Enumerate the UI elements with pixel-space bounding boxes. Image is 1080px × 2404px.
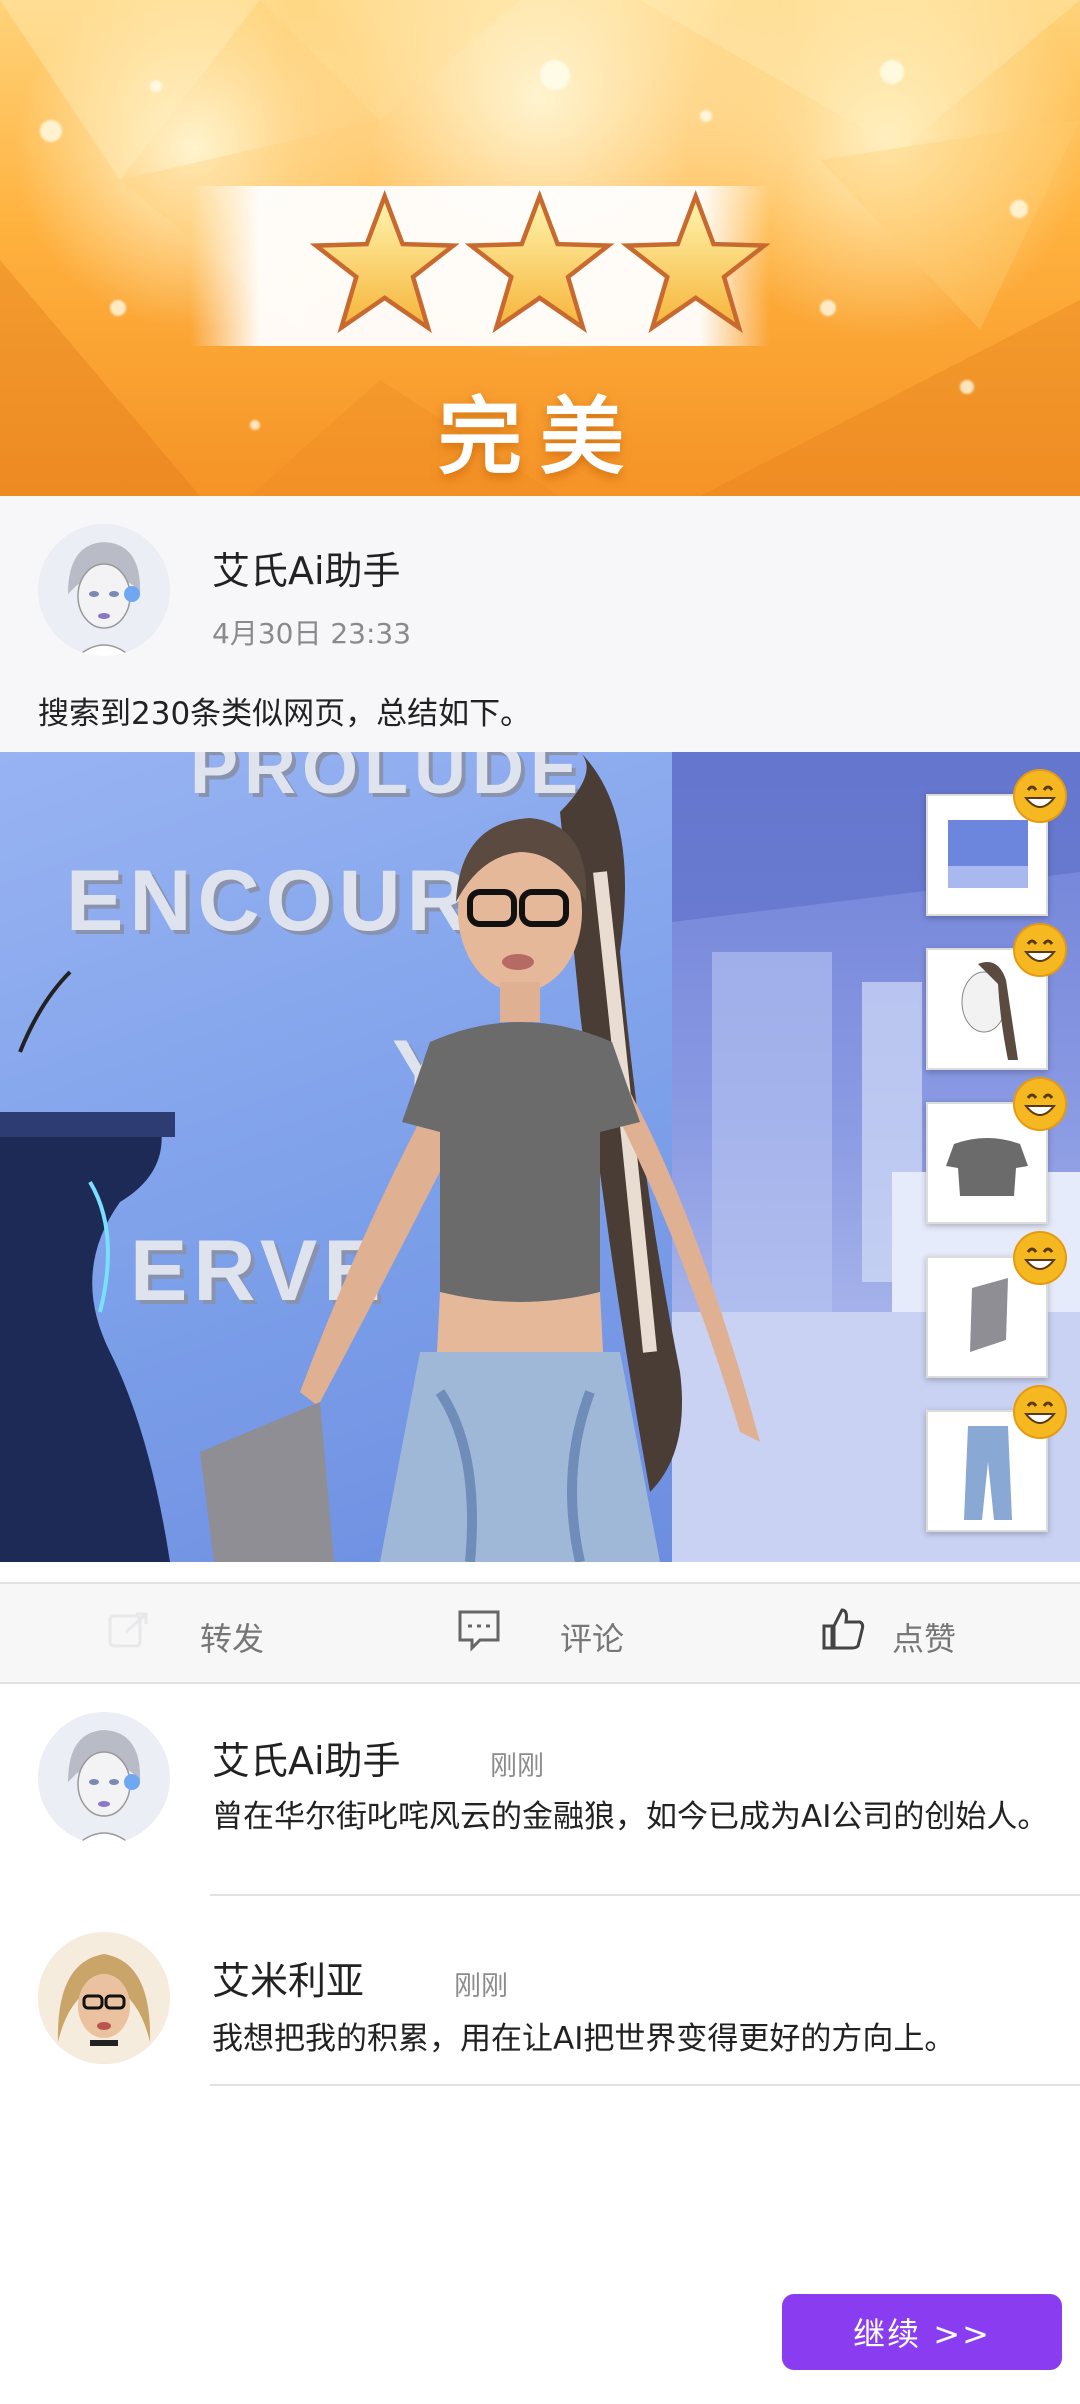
comment-icon[interactable] — [456, 1606, 502, 1652]
post-actions: 转发 评论 点赞 — [0, 1582, 1080, 1684]
ai-assistant-avatar[interactable] — [38, 524, 170, 656]
character-art — [0, 752, 760, 1562]
like-button[interactable]: 点赞 — [892, 1614, 956, 1660]
comment-author: 艾米利亚 — [212, 1959, 365, 2003]
divider — [210, 2084, 1080, 2086]
post-text: 搜索到230条类似网页，总结如下。 — [38, 696, 532, 732]
smiley-icon — [1013, 1231, 1067, 1285]
star-icon — [620, 190, 770, 334]
comment-time: 刚刚 — [454, 1971, 508, 2002]
post-header: 艾氏Ai助手 4月30日 23:33 搜索到230条类似网页，总结如下。 — [0, 496, 1080, 752]
comment-avatar-amelia[interactable] — [38, 1932, 170, 2064]
comment-avatar-ai-assistant[interactable] — [38, 1712, 170, 1844]
share-button[interactable]: 转发 — [200, 1614, 264, 1660]
smiley-icon — [1013, 923, 1067, 977]
comment-button[interactable]: 评论 — [560, 1614, 624, 1660]
smiley-icon — [1013, 1077, 1067, 1131]
star-rating — [310, 190, 770, 350]
comment-text: 曾在华尔街叱咤风云的金融狼，如今已成为AI公司的创始人。 — [212, 1799, 1049, 1835]
outfit-scene: PROLUDE ENCOURA YO ERVE — [0, 752, 1080, 1562]
smiley-icon — [1013, 769, 1067, 823]
star-icon — [465, 190, 615, 334]
result-banner: 完美 — [0, 0, 1080, 496]
share-icon[interactable] — [106, 1606, 152, 1652]
divider — [210, 1894, 1080, 1896]
rating-label: 完美 — [437, 387, 642, 486]
post-time: 4月30日 23:33 — [212, 617, 412, 650]
comment-time: 刚刚 — [490, 1751, 544, 1782]
smiley-icon — [1013, 1385, 1067, 1439]
thumbs-up-icon[interactable] — [820, 1606, 866, 1652]
comment-author: 艾氏Ai助手 — [212, 1739, 401, 1783]
comment-text: 我想把我的积累，用在让AI把世界变得更好的方向上。 — [212, 2021, 956, 2057]
continue-button[interactable]: 继续 >> — [782, 2294, 1062, 2370]
star-icon — [310, 190, 460, 334]
post-author: 艾氏Ai助手 — [212, 549, 401, 593]
